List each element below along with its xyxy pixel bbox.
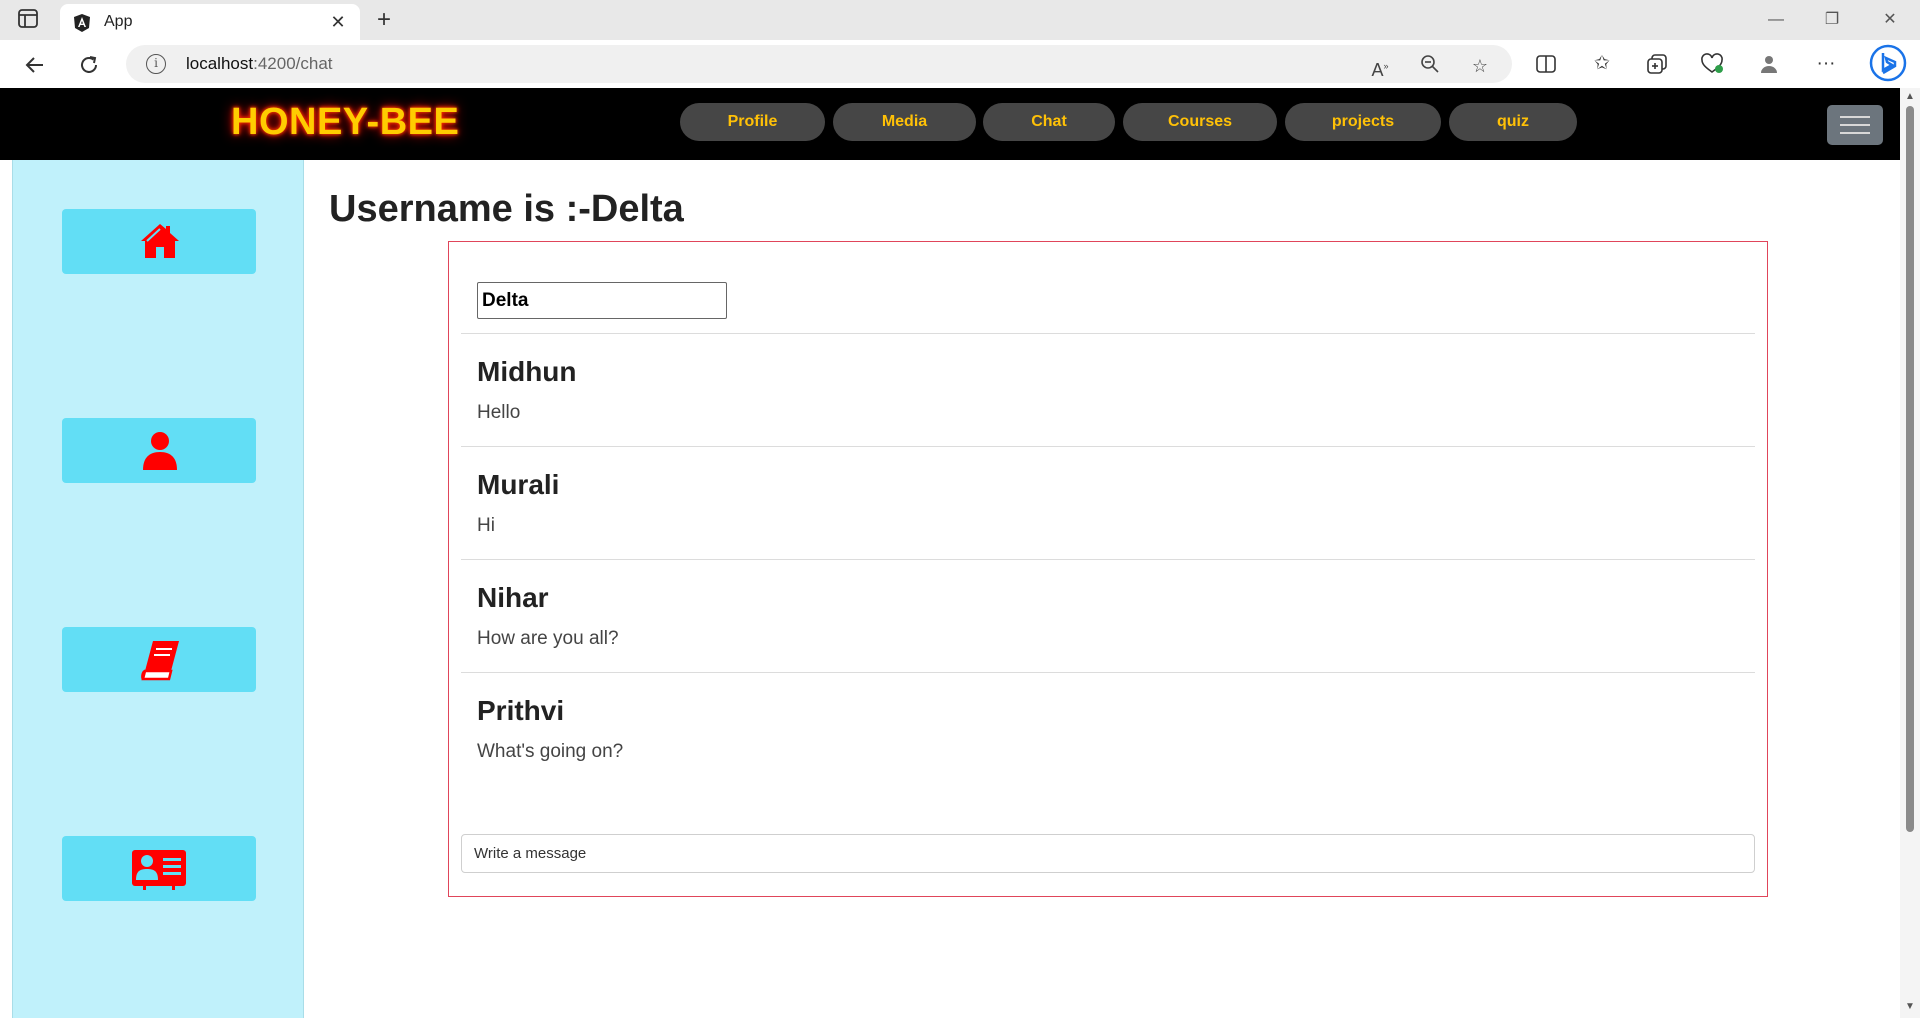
username-input[interactable]: [477, 282, 727, 319]
minimize-button[interactable]: —: [1756, 6, 1796, 34]
sidebar-courses-button[interactable]: [62, 627, 256, 692]
profile-avatar-icon[interactable]: [1755, 50, 1783, 78]
message-input[interactable]: [461, 834, 1755, 873]
message-item: Murali Hi: [461, 446, 1755, 559]
more-options-icon[interactable]: ···: [1812, 50, 1840, 78]
nav-link-courses[interactable]: Courses: [1123, 103, 1277, 141]
contact-card-icon: [132, 850, 186, 890]
nav-link-profile[interactable]: Profile: [680, 103, 825, 141]
brand-logo[interactable]: HONEY-BEE: [231, 101, 459, 144]
message-sender: Prithvi: [477, 695, 565, 726]
bing-copilot-icon[interactable]: [1868, 44, 1908, 84]
restore-button[interactable]: ❐: [1812, 6, 1852, 34]
chat-panel: Midhun Hello Murali Hi Nihar How are you…: [448, 241, 1768, 897]
scrollbar-thumb[interactable]: [1906, 106, 1914, 832]
sidebar-home-button[interactable]: [62, 209, 256, 274]
browser-tab-bar: App ✕ + — ❐ ✕: [0, 0, 1920, 40]
message-text: Hi: [477, 515, 495, 536]
sidebar-profile-button[interactable]: [62, 418, 256, 483]
split-screen-icon[interactable]: [1532, 50, 1560, 78]
site-info-icon[interactable]: i: [146, 54, 166, 74]
nav-link-chat[interactable]: Chat: [983, 103, 1115, 141]
hamburger-line: [1840, 132, 1870, 134]
home-icon: [141, 224, 179, 258]
sidebar-contact-button[interactable]: [62, 836, 256, 901]
scroll-down-icon[interactable]: ▼: [1904, 1001, 1916, 1013]
menu-toggle-button[interactable]: [1827, 105, 1883, 145]
page-title: Username is :-Delta: [329, 188, 684, 230]
refresh-icon[interactable]: [74, 50, 104, 80]
tab-title: App: [104, 13, 133, 30]
message-item: Nihar How are you all?: [461, 559, 1755, 672]
message-text: How are you all?: [477, 628, 619, 649]
sidebar: [12, 160, 304, 1018]
tab-actions-icon[interactable]: [18, 9, 42, 31]
browser-essentials-icon[interactable]: [1698, 50, 1726, 78]
close-tab-icon[interactable]: ✕: [326, 10, 350, 34]
book-icon: [141, 641, 179, 681]
message-sender: Midhun: [477, 356, 577, 387]
app-navbar: HONEY-BEE Profile Media Chat Courses pro…: [0, 88, 1900, 160]
nav-link-quiz[interactable]: quiz: [1449, 103, 1577, 141]
browser-toolbar: i localhost:4200/chat A» ☆ ✩ ···: [0, 40, 1920, 88]
message-sender: Nihar: [477, 582, 549, 613]
nav-link-projects[interactable]: projects: [1285, 103, 1441, 141]
favorites-icon[interactable]: ✩: [1588, 50, 1616, 78]
new-tab-button[interactable]: +: [370, 6, 398, 34]
user-icon: [143, 432, 177, 470]
message-item: Midhun Hello: [461, 333, 1755, 446]
back-icon[interactable]: [20, 50, 50, 80]
hamburger-line: [1840, 116, 1870, 118]
message-text: Hello: [477, 402, 521, 423]
zoom-out-icon[interactable]: [1418, 54, 1442, 78]
browser-tab[interactable]: App ✕: [60, 4, 360, 40]
page-scrollbar[interactable]: ▲ ▼: [1900, 88, 1920, 1018]
hamburger-line: [1840, 124, 1870, 126]
message-text: What's going on?: [477, 741, 624, 762]
angular-icon: [72, 13, 92, 33]
collections-icon[interactable]: [1643, 50, 1671, 78]
close-window-button[interactable]: ✕: [1870, 6, 1910, 34]
url-text: localhost:4200/chat: [186, 54, 333, 73]
nav-link-media[interactable]: Media: [833, 103, 976, 141]
address-bar[interactable]: i localhost:4200/chat A» ☆: [126, 45, 1512, 83]
read-aloud-icon[interactable]: A»: [1368, 54, 1392, 80]
scroll-up-icon[interactable]: ▲: [1904, 91, 1916, 103]
favorite-star-icon[interactable]: ☆: [1468, 54, 1492, 78]
message-sender: Murali: [477, 469, 560, 500]
message-item: Prithvi What's going on?: [461, 672, 1755, 785]
